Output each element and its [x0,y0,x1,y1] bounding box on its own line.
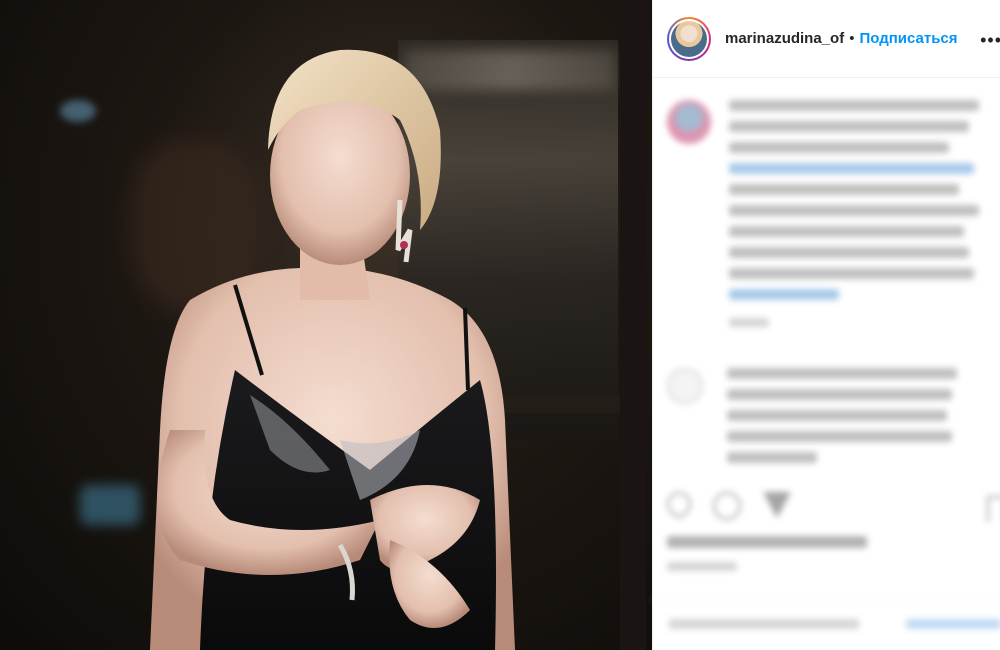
share-icon[interactable] [763,492,791,518]
woman-figure [150,49,515,650]
comment-icon[interactable] [713,492,741,520]
caption-row [667,100,994,327]
post-header: marinazudina_of • Подписаться ••• [653,0,1000,78]
blurred-comments-area [653,78,1000,650]
comment-row [667,368,992,473]
follow-button[interactable]: Подписаться [859,30,957,47]
post-comment-button[interactable] [906,619,1000,629]
instagram-post: marinazudina_of • Подписаться ••• [0,0,1000,650]
bookmark-icon[interactable] [987,496,1000,522]
comment-input[interactable] [669,619,859,629]
comment-avatar [667,368,703,404]
more-icon[interactable]: ••• [980,30,1000,51]
caption-avatar [667,100,711,144]
action-bar [662,487,791,521]
add-comment-bar [653,598,1000,650]
heart-icon[interactable] [662,487,696,521]
post-timestamp [667,562,737,571]
username-link[interactable]: marinazudina_of [725,30,844,47]
post-photo[interactable] [0,0,652,650]
post-sidebar: marinazudina_of • Подписаться ••• [652,0,1000,650]
avatar[interactable] [667,16,711,61]
likes-count [667,536,867,548]
separator-dot: • [849,30,855,47]
avatar-image [671,20,707,57]
